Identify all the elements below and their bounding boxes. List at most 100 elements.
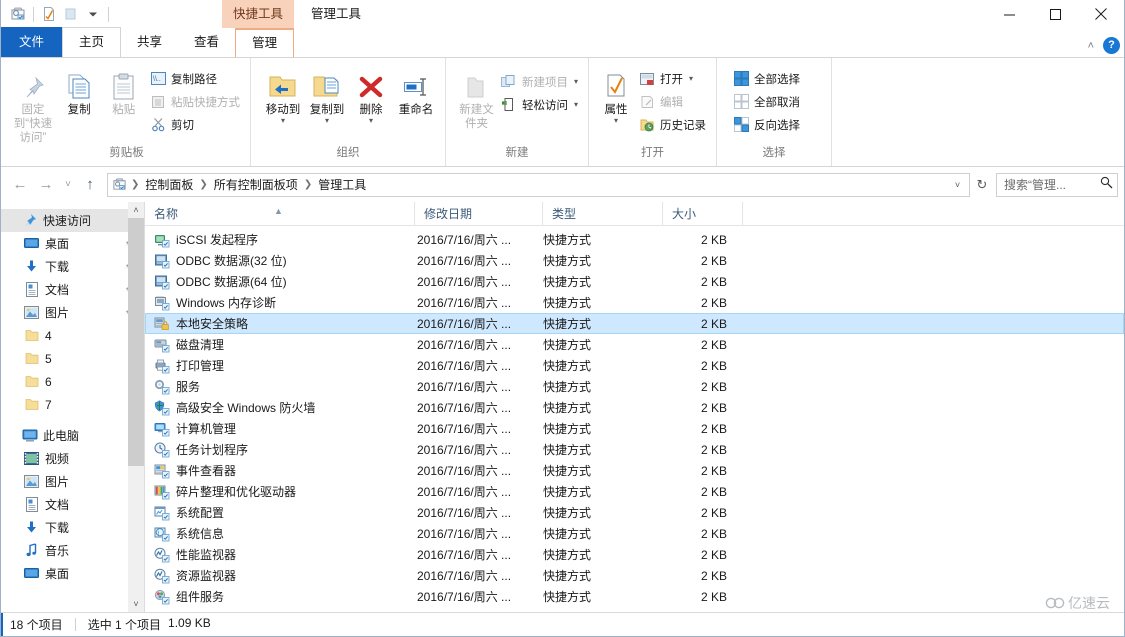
search-icon[interactable] (1100, 176, 1113, 194)
new-folder-button[interactable]: 新建文件夹 (456, 62, 497, 131)
breadcrumb-item-control-panel[interactable]: 控制面板 (140, 174, 198, 196)
table-row[interactable]: 高级安全 Windows 防火墙 2016/7/16/周六 ... 快捷方式 2… (145, 397, 1124, 418)
edit-button[interactable]: 编辑 (635, 90, 710, 113)
customize-qat-icon[interactable] (82, 3, 104, 25)
sidebar-item-folder-7[interactable]: 7 (1, 393, 144, 416)
sidebar-item-documents-2[interactable]: 文档 (1, 493, 144, 516)
address-dropdown-icon[interactable]: ˅ (948, 174, 967, 196)
minimize-button[interactable] (986, 0, 1032, 28)
table-row[interactable]: 服务 2016/7/16/周六 ... 快捷方式 2 KB (145, 376, 1124, 397)
breadcrumb-separator-0[interactable]: ❯ (130, 179, 140, 190)
sidebar-item-quick-access[interactable]: 快速访问 (1, 209, 144, 232)
column-header-name[interactable]: 名称 ▲ (145, 202, 415, 226)
sidebar-item-folder-5[interactable]: 5 (1, 347, 144, 370)
sidebar-item-folder-4[interactable]: 4 (1, 324, 144, 347)
properties-caret-icon[interactable]: ▾ (614, 118, 618, 123)
pin-to-quick-access-button[interactable]: 固定到“快速访问” (9, 62, 57, 145)
new-folder-icon[interactable] (60, 3, 82, 25)
open-caret-icon[interactable]: ▾ (689, 74, 693, 83)
sidebar-item-music[interactable]: 音乐 (1, 539, 144, 562)
breadcrumb-item-all-items[interactable]: 所有控制面板项 (209, 174, 303, 196)
tab-share[interactable]: 共享 (121, 28, 178, 57)
move-to-caret-icon[interactable]: ▾ (281, 118, 285, 123)
scroll-up-icon[interactable]: ˄ (128, 202, 144, 218)
sidebar-item-pictures[interactable]: 图片 (1, 301, 144, 324)
table-row[interactable]: 资源监视器 2016/7/16/周六 ... 快捷方式 2 KB (145, 565, 1124, 586)
table-row[interactable]: 性能监视器 2016/7/16/周六 ... 快捷方式 2 KB (145, 544, 1124, 565)
table-row[interactable]: 本地安全策略 2016/7/16/周六 ... 快捷方式 2 KB (145, 313, 1124, 334)
open-button[interactable]: 打开 ▾ (635, 67, 710, 90)
rename-button[interactable]: 重命名 (393, 62, 439, 117)
new-item-caret-icon[interactable]: ▾ (574, 77, 578, 86)
properties-icon[interactable] (38, 3, 60, 25)
table-row[interactable]: i 系统信息 2016/7/16/周六 ... 快捷方式 2 KB (145, 523, 1124, 544)
help-icon[interactable]: ? (1103, 37, 1120, 54)
table-row[interactable]: 计算机管理 2016/7/16/周六 ... 快捷方式 2 KB (145, 418, 1124, 439)
scrollbar-thumb[interactable] (128, 218, 144, 466)
copy-to-caret-icon[interactable]: ▾ (325, 118, 329, 123)
table-row[interactable]: ODBC 数据源(32 位) 2016/7/16/周六 ... 快捷方式 2 K… (145, 250, 1124, 271)
tab-view[interactable]: 查看 (178, 28, 235, 57)
paste-shortcut-button[interactable]: 粘贴快捷方式 (146, 90, 244, 113)
copy-button[interactable]: 复制 (57, 62, 102, 117)
sidebar-item-downloads-2[interactable]: 下载 (1, 516, 144, 539)
easy-access-button[interactable]: 轻松访问 ▾ (497, 93, 582, 116)
select-none-button[interactable]: 全部取消 (729, 90, 804, 113)
move-to-button[interactable]: 移动到 ▾ (261, 62, 305, 123)
sidebar-item-folder-6[interactable]: 6 (1, 370, 144, 393)
tab-manage[interactable]: 管理 (235, 28, 294, 57)
delete-caret-icon[interactable]: ▾ (369, 118, 373, 123)
properties-button[interactable]: 属性 ▾ (597, 62, 635, 123)
table-row[interactable]: Windows 内存诊断 2016/7/16/周六 ... 快捷方式 2 KB (145, 292, 1124, 313)
collapse-ribbon-icon[interactable]: ˄ (1088, 40, 1094, 52)
sidebar-item-videos[interactable]: 视频 (1, 447, 144, 470)
up-button[interactable]: ↑ (77, 173, 103, 197)
table-row[interactable]: 任务计划程序 2016/7/16/周六 ... 快捷方式 2 KB (145, 439, 1124, 460)
breadcrumb[interactable]: ❯ 控制面板 ❯ 所有控制面板项 ❯ 管理工具 ˅ (107, 173, 970, 197)
easy-access-caret-icon[interactable]: ▾ (574, 100, 578, 109)
recent-locations-button[interactable]: ˅ (59, 173, 77, 197)
table-row[interactable]: iSCSI 发起程序 2016/7/16/周六 ... 快捷方式 2 KB (145, 229, 1124, 250)
table-row[interactable]: 事件查看器 2016/7/16/周六 ... 快捷方式 2 KB (145, 460, 1124, 481)
table-row[interactable]: ODBC 数据源(64 位) 2016/7/16/周六 ... 快捷方式 2 K… (145, 271, 1124, 292)
invert-selection-button[interactable]: 反向选择 (729, 113, 804, 136)
cut-button[interactable]: 剪切 (146, 113, 244, 136)
breadcrumb-item-admin-tools[interactable]: 管理工具 (313, 174, 371, 196)
navigation-scrollbar[interactable]: ˄ ˅ (128, 202, 144, 612)
column-header-size[interactable]: 大小 (663, 202, 743, 226)
close-button[interactable] (1078, 0, 1124, 28)
column-header-type[interactable]: 类型 (543, 202, 663, 226)
maximize-button[interactable] (1032, 0, 1078, 28)
search-input[interactable]: 搜索“管理... (1004, 176, 1100, 193)
column-header-date[interactable]: 修改日期 (415, 202, 543, 226)
sidebar-item-desktop-2[interactable]: 桌面 (1, 562, 144, 585)
table-row[interactable]: 碎片整理和优化驱动器 2016/7/16/周六 ... 快捷方式 2 KB (145, 481, 1124, 502)
table-row[interactable]: 组件服务 2016/7/16/周六 ... 快捷方式 2 KB (145, 586, 1124, 607)
search-box[interactable]: 搜索“管理... (996, 173, 1118, 197)
history-button[interactable]: 历史记录 (635, 113, 710, 136)
sidebar-item-desktop[interactable]: 桌面 (1, 232, 144, 255)
paste-button[interactable]: 粘贴 (101, 62, 146, 117)
breadcrumb-separator-1[interactable]: ❯ (198, 179, 208, 190)
table-row[interactable]: 磁盘清理 2016/7/16/周六 ... 快捷方式 2 KB (145, 334, 1124, 355)
tab-home[interactable]: 主页 (62, 27, 121, 57)
new-item-button[interactable]: 新建项目 ▾ (497, 70, 582, 93)
admin-tools-icon[interactable] (7, 3, 29, 25)
breadcrumb-separator-2[interactable]: ❯ (303, 179, 313, 190)
sidebar-item-this-pc[interactable]: 此电脑 (1, 424, 144, 447)
table-row[interactable]: 系统配置 2016/7/16/周六 ... 快捷方式 2 KB (145, 502, 1124, 523)
select-all-button[interactable]: 全部选择 (729, 67, 804, 90)
sidebar-item-downloads[interactable]: 下载 (1, 255, 144, 278)
copy-path-button[interactable]: \\.. 复制路径 (146, 67, 244, 90)
file-name: 碎片整理和优化驱动器 (176, 483, 296, 500)
table-row[interactable]: 打印管理 2016/7/16/周六 ... 快捷方式 2 KB (145, 355, 1124, 376)
scroll-down-icon[interactable]: ˅ (128, 596, 144, 612)
delete-button[interactable]: 删除 ▾ (349, 62, 393, 123)
sidebar-item-pictures-2[interactable]: 图片 (1, 470, 144, 493)
copy-to-button[interactable]: 复制到 ▾ (305, 62, 349, 123)
back-button[interactable]: ← (7, 173, 33, 197)
forward-button[interactable]: → (33, 173, 59, 197)
sidebar-item-documents[interactable]: 文档 (1, 278, 144, 301)
tab-file[interactable]: 文件 (1, 27, 62, 57)
refresh-button[interactable]: ↻ (970, 173, 994, 197)
